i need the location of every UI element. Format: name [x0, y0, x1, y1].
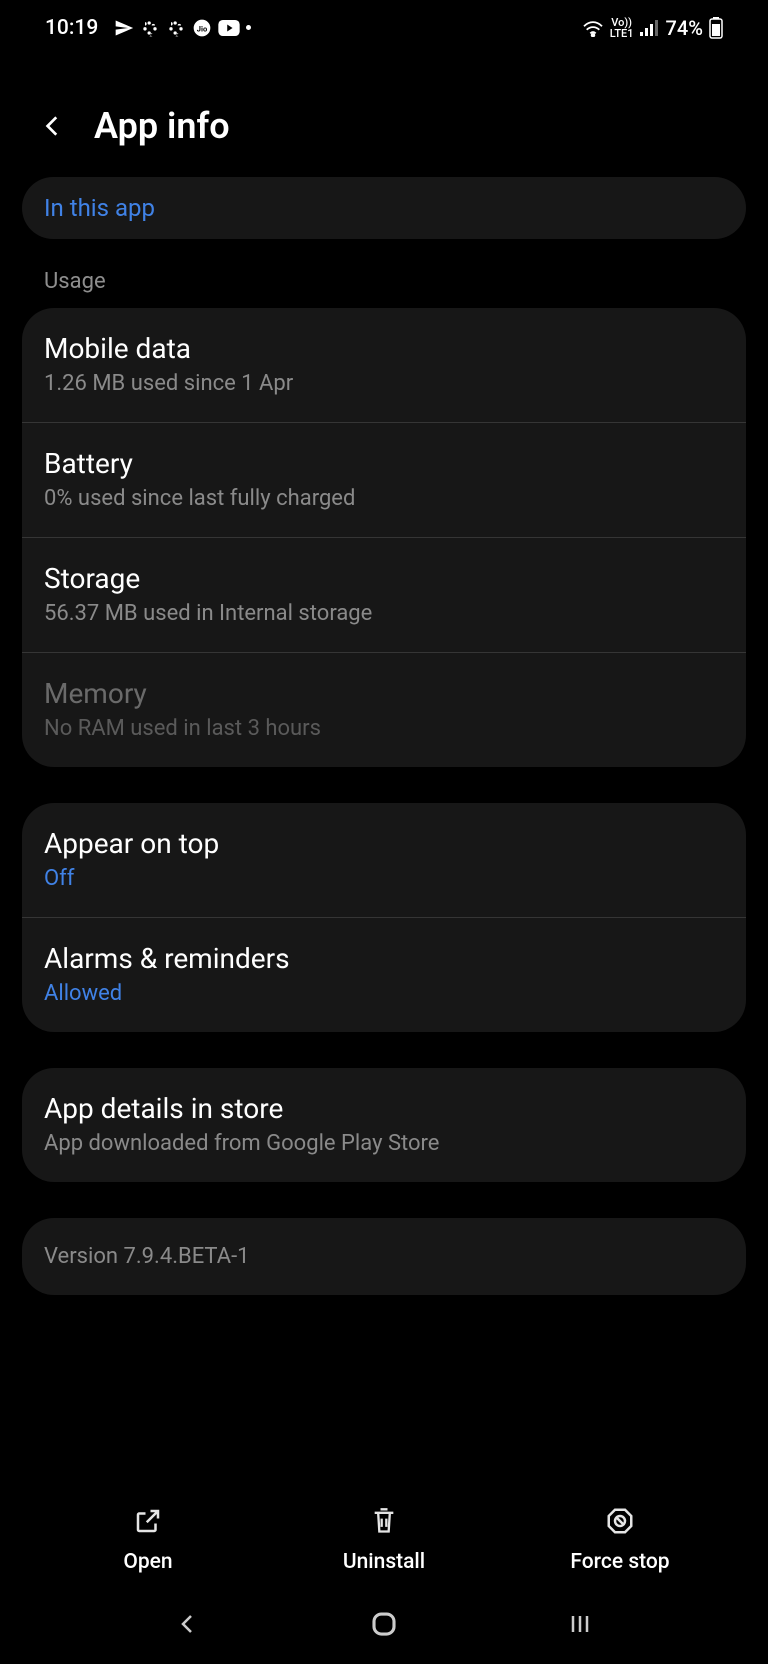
- battery-item[interactable]: Battery 0% used since last fully charged: [22, 423, 746, 538]
- youtube-icon: [218, 20, 240, 36]
- jio-icon: Jio: [192, 18, 212, 38]
- storage-sub: 56.37 MB used in Internal storage: [44, 601, 724, 626]
- nav-back-icon[interactable]: [168, 1604, 208, 1644]
- battery-percent: 74%: [666, 16, 703, 40]
- memory-item: Memory No RAM used in last 3 hours: [22, 653, 746, 767]
- network-label: Vo)) LTE1: [610, 17, 634, 39]
- store-item[interactable]: App details in store App downloaded from…: [22, 1068, 746, 1182]
- open-button[interactable]: Open: [30, 1504, 266, 1574]
- slack-icon-2: [166, 18, 186, 38]
- signal-icon: [640, 20, 660, 36]
- battery-sub: 0% used since last fully charged: [44, 486, 724, 511]
- store-title: App details in store: [44, 1092, 724, 1125]
- force-stop-icon: [603, 1504, 637, 1538]
- back-icon[interactable]: [40, 113, 66, 139]
- usage-card: Mobile data 1.26 MB used since 1 Apr Bat…: [22, 308, 746, 767]
- battery-title: Battery: [44, 447, 724, 480]
- open-label: Open: [123, 1550, 172, 1574]
- uninstall-button[interactable]: Uninstall: [266, 1504, 502, 1574]
- permissions-card: Appear on top Off Alarms & reminders All…: [22, 803, 746, 1032]
- storage-item[interactable]: Storage 56.37 MB used in Internal storag…: [22, 538, 746, 653]
- force-stop-label: Force stop: [570, 1550, 669, 1574]
- alarms-title: Alarms & reminders: [44, 942, 724, 975]
- page-title: App info: [94, 105, 230, 147]
- battery-icon: [709, 17, 723, 39]
- more-dot-icon: [246, 25, 251, 30]
- open-icon: [131, 1504, 165, 1538]
- store-card: App details in store App downloaded from…: [22, 1068, 746, 1182]
- alarms-item[interactable]: Alarms & reminders Allowed: [22, 918, 746, 1032]
- system-nav-bar: [0, 1584, 768, 1664]
- force-stop-button[interactable]: Force stop: [502, 1504, 738, 1574]
- nav-recents-icon[interactable]: [560, 1604, 600, 1644]
- storage-title: Storage: [44, 562, 724, 595]
- status-time: 10:19: [45, 16, 98, 40]
- svg-text:Jio: Jio: [197, 24, 207, 33]
- appear-on-top-title: Appear on top: [44, 827, 724, 860]
- in-this-app-card[interactable]: In this app: [22, 177, 746, 239]
- memory-title: Memory: [44, 677, 724, 710]
- mobile-data-title: Mobile data: [44, 332, 724, 365]
- memory-sub: No RAM used in last 3 hours: [44, 716, 724, 741]
- slack-icon: [140, 18, 160, 38]
- usage-section-label: Usage: [22, 269, 746, 308]
- bottom-actions: Open Uninstall Force stop: [0, 1486, 768, 1574]
- status-bar: 10:19 Jio Vo)) LTE1: [0, 0, 768, 55]
- alarms-value: Allowed: [44, 981, 724, 1006]
- trash-icon: [367, 1504, 401, 1538]
- store-sub: App downloaded from Google Play Store: [44, 1131, 724, 1156]
- version-card: Version 7.9.4.BETA-1: [22, 1218, 746, 1295]
- appear-on-top-value: Off: [44, 866, 724, 891]
- mobile-data-item[interactable]: Mobile data 1.26 MB used since 1 Apr: [22, 308, 746, 423]
- appear-on-top-item[interactable]: Appear on top Off: [22, 803, 746, 918]
- in-this-app-link[interactable]: In this app: [44, 194, 155, 222]
- version-text: Version 7.9.4.BETA-1: [44, 1244, 724, 1269]
- status-right: Vo)) LTE1 74%: [582, 16, 723, 40]
- nav-home-icon[interactable]: [364, 1604, 404, 1644]
- telegram-icon: [114, 18, 134, 38]
- status-left: 10:19 Jio: [45, 16, 251, 40]
- wifi-icon: [582, 19, 604, 37]
- mobile-data-sub: 1.26 MB used since 1 Apr: [44, 371, 724, 396]
- page-header: App info: [0, 55, 768, 177]
- uninstall-label: Uninstall: [343, 1550, 425, 1574]
